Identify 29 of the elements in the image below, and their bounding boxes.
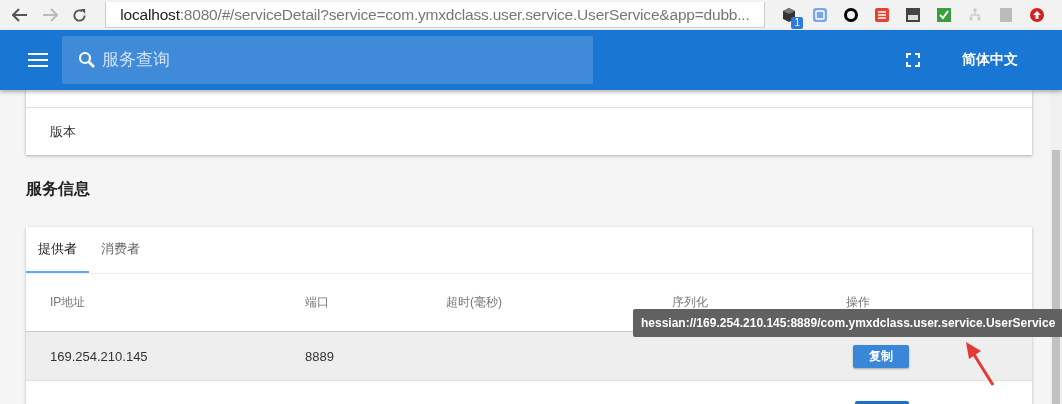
search-icon — [78, 51, 96, 69]
search-field[interactable]: 服务查询 — [62, 36, 593, 84]
menu-icon[interactable] — [28, 53, 48, 67]
se-icon[interactable] — [905, 7, 921, 23]
tab[interactable]: 消费者 — [89, 227, 152, 273]
action-button[interactable]: 复制 — [853, 344, 909, 368]
upload-icon[interactable] — [1029, 7, 1045, 23]
extension-badge: 1 — [791, 17, 803, 29]
ring-icon[interactable] — [843, 7, 859, 23]
annotation-arrow — [963, 341, 997, 387]
column-header: 超时(毫秒) — [446, 295, 502, 309]
column-header: IP地址 — [50, 295, 86, 309]
column-header: 序列化 — [672, 295, 708, 309]
back-icon[interactable] — [12, 8, 28, 22]
tab[interactable]: 提供者 — [26, 227, 89, 273]
column-header: 操作 — [846, 295, 870, 309]
stack-icon[interactable] — [874, 7, 890, 23]
column-header: 端口 — [305, 295, 329, 309]
reload-icon[interactable] — [72, 7, 87, 23]
tooltip: hessian://169.254.210.145:8889/com.ymxdclass.user.service.UserService — [633, 309, 1062, 337]
table-cell: 8889 — [305, 348, 334, 364]
language-button[interactable]: 简体中文 — [954, 45, 1026, 75]
fullscreen-icon[interactable] — [906, 53, 920, 67]
check-icon[interactable] — [936, 7, 952, 23]
address-bar[interactable]: localhost:8080/#/serviceDetail?service=com.ymxdclass.user.service.UserService&app=dubb... — [105, 2, 765, 28]
url-text: localhost:8080/#/serviceDetail?service=com.ymxdclass.user.service.UserService&app=dubb... — [120, 5, 750, 24]
section-title: 服务信息 — [26, 179, 91, 199]
table-cell: 169.254.210.145 — [50, 348, 148, 364]
row-label: 版本 — [50, 122, 76, 141]
